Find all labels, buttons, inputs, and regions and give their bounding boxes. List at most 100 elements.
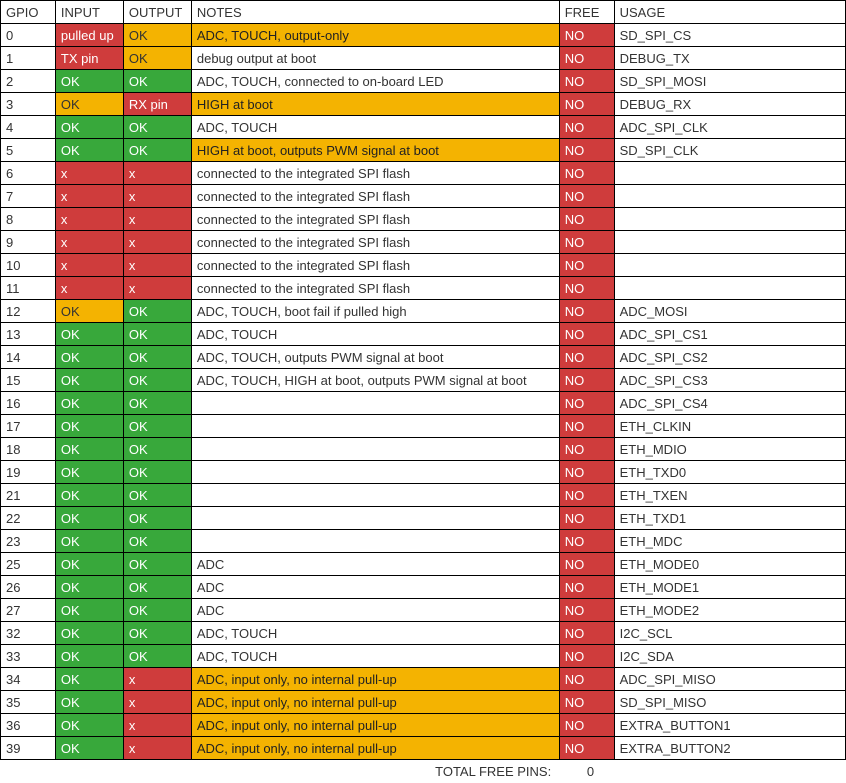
cell-gpio: 3 <box>1 93 56 116</box>
cell-usage: ADC_SPI_CS1 <box>614 323 845 346</box>
cell-output: OK <box>123 622 191 645</box>
cell-output: OK <box>123 576 191 599</box>
cell-usage: ETH_MODE2 <box>614 599 845 622</box>
cell-notes: connected to the integrated SPI flash <box>191 231 559 254</box>
cell-gpio: 33 <box>1 645 56 668</box>
cell-input: OK <box>55 714 123 737</box>
cell-gpio: 0 <box>1 24 56 47</box>
cell-output: OK <box>123 369 191 392</box>
cell-input: OK <box>55 70 123 93</box>
cell-notes: ADC, TOUCH <box>191 645 559 668</box>
header-row: GPIO INPUT OUTPUT NOTES FREE USAGE <box>1 1 846 24</box>
table-row: 19OKOKNOETH_TXD0 <box>1 461 846 484</box>
cell-gpio: 9 <box>1 231 56 254</box>
cell-output: OK <box>123 392 191 415</box>
cell-gpio: 5 <box>1 139 56 162</box>
table-row: 11xxconnected to the integrated SPI flas… <box>1 277 846 300</box>
cell-notes <box>191 415 559 438</box>
table-row: 36OKxADC, input only, no internal pull-u… <box>1 714 846 737</box>
cell-input: OK <box>55 300 123 323</box>
cell-usage: I2C_SDA <box>614 645 845 668</box>
cell-output: x <box>123 277 191 300</box>
cell-usage: SD_SPI_MISO <box>614 691 845 714</box>
table-row: 17OKOKNOETH_CLKIN <box>1 415 846 438</box>
cell-usage: ETH_TXD1 <box>614 507 845 530</box>
table-row: 5OKOKHIGH at boot, outputs PWM signal at… <box>1 139 846 162</box>
cell-output: OK <box>123 438 191 461</box>
cell-free: NO <box>559 93 614 116</box>
cell-free: NO <box>559 70 614 93</box>
header-input: INPUT <box>55 1 123 24</box>
cell-gpio: 14 <box>1 346 56 369</box>
cell-usage <box>614 277 845 300</box>
cell-input: OK <box>55 553 123 576</box>
cell-usage: SD_SPI_CLK <box>614 139 845 162</box>
cell-free: NO <box>559 116 614 139</box>
cell-notes: ADC, TOUCH <box>191 323 559 346</box>
cell-usage: ETH_MODE0 <box>614 553 845 576</box>
cell-input: OK <box>55 323 123 346</box>
cell-input: OK <box>55 599 123 622</box>
cell-gpio: 15 <box>1 369 56 392</box>
cell-input: OK <box>55 461 123 484</box>
cell-free: NO <box>559 47 614 70</box>
cell-input: x <box>55 277 123 300</box>
cell-gpio: 17 <box>1 415 56 438</box>
cell-free: NO <box>559 231 614 254</box>
cell-usage <box>614 231 845 254</box>
cell-free: NO <box>559 300 614 323</box>
cell-output: OK <box>123 645 191 668</box>
table-row: 4OKOKADC, TOUCHNOADC_SPI_CLK <box>1 116 846 139</box>
cell-free: NO <box>559 484 614 507</box>
cell-usage: DEBUG_TX <box>614 47 845 70</box>
header-gpio: GPIO <box>1 1 56 24</box>
cell-usage <box>614 208 845 231</box>
table-row: 22OKOKNOETH_TXD1 <box>1 507 846 530</box>
cell-free: NO <box>559 668 614 691</box>
cell-input: OK <box>55 737 123 760</box>
cell-notes: ADC, input only, no internal pull-up <box>191 668 559 691</box>
table-row: 3OKRX pinHIGH at bootNODEBUG_RX <box>1 93 846 116</box>
cell-notes: ADC <box>191 576 559 599</box>
cell-output: OK <box>123 553 191 576</box>
cell-input: x <box>55 231 123 254</box>
cell-output: RX pin <box>123 93 191 116</box>
cell-notes <box>191 530 559 553</box>
cell-gpio: 32 <box>1 622 56 645</box>
cell-output: OK <box>123 70 191 93</box>
cell-usage <box>614 254 845 277</box>
cell-gpio: 34 <box>1 668 56 691</box>
cell-gpio: 21 <box>1 484 56 507</box>
total-value: 0 <box>559 760 614 783</box>
cell-input: OK <box>55 392 123 415</box>
cell-input: OK <box>55 530 123 553</box>
cell-gpio: 13 <box>1 323 56 346</box>
header-usage: USAGE <box>614 1 845 24</box>
table-row: 6xxconnected to the integrated SPI flash… <box>1 162 846 185</box>
cell-output: x <box>123 714 191 737</box>
cell-gpio: 7 <box>1 185 56 208</box>
cell-free: NO <box>559 254 614 277</box>
cell-notes: ADC, TOUCH, HIGH at boot, outputs PWM si… <box>191 369 559 392</box>
cell-usage: EXTRA_BUTTON2 <box>614 737 845 760</box>
cell-notes: ADC, TOUCH, boot fail if pulled high <box>191 300 559 323</box>
cell-free: NO <box>559 461 614 484</box>
cell-notes: connected to the integrated SPI flash <box>191 254 559 277</box>
cell-free: NO <box>559 369 614 392</box>
cell-notes: ADC, input only, no internal pull-up <box>191 737 559 760</box>
cell-usage: I2C_SCL <box>614 622 845 645</box>
cell-notes: ADC, input only, no internal pull-up <box>191 714 559 737</box>
cell-notes: HIGH at boot, outputs PWM signal at boot <box>191 139 559 162</box>
cell-input: OK <box>55 484 123 507</box>
cell-usage: ADC_SPI_MISO <box>614 668 845 691</box>
cell-input: OK <box>55 622 123 645</box>
cell-output: OK <box>123 139 191 162</box>
gpio-table: GPIO INPUT OUTPUT NOTES FREE USAGE 0pull… <box>0 0 846 783</box>
cell-output: x <box>123 208 191 231</box>
cell-gpio: 26 <box>1 576 56 599</box>
cell-notes: debug output at boot <box>191 47 559 70</box>
cell-usage: ADC_SPI_CS4 <box>614 392 845 415</box>
cell-input: x <box>55 254 123 277</box>
cell-output: OK <box>123 47 191 70</box>
cell-output: x <box>123 231 191 254</box>
